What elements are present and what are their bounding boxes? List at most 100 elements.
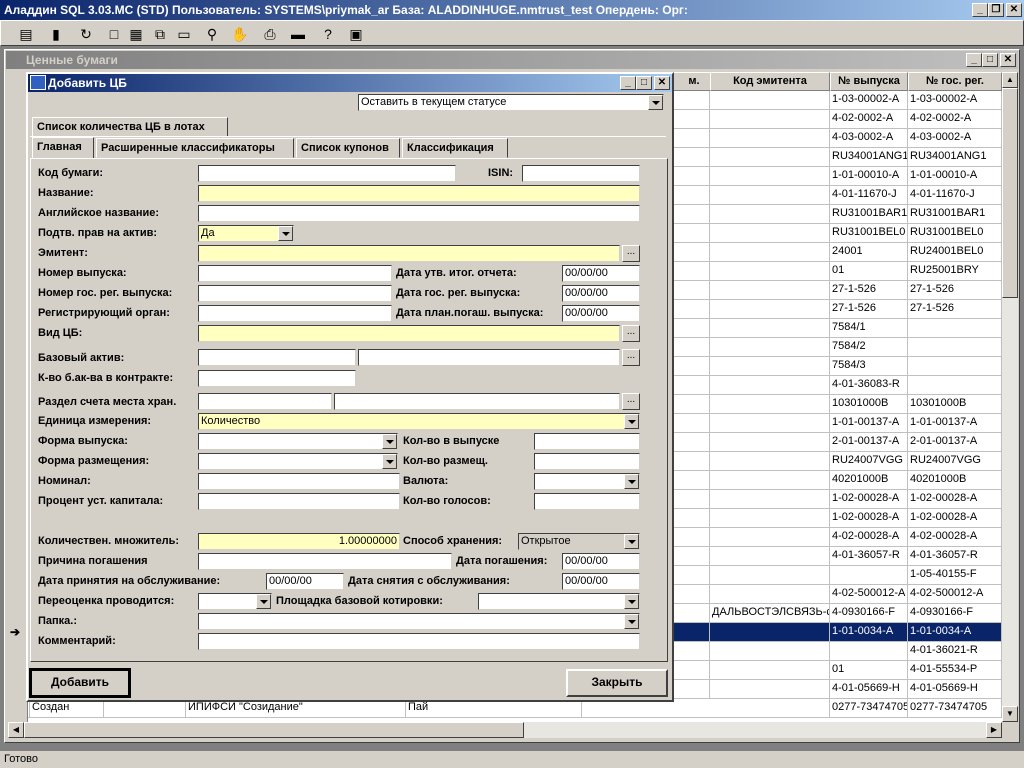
nominal-input[interactable]: [198, 473, 400, 490]
cell-issue-no[interactable]: 1-02-00028-A: [830, 509, 908, 528]
capital-input[interactable]: [198, 493, 400, 510]
reg-no-input[interactable]: [198, 285, 392, 302]
cell-reg-no[interactable]: 4-03-0002-A: [908, 129, 1002, 148]
cell-issue-no[interactable]: RU24007VGG: [830, 452, 908, 471]
cell-emitent-code[interactable]: [710, 680, 830, 699]
remove-date-input[interactable]: 00/00/00: [562, 573, 640, 590]
quote-place-dropdown-icon[interactable]: [624, 594, 639, 609]
cell-emitent-code[interactable]: [710, 243, 830, 262]
vertical-scrollbar[interactable]: ▲ ▼: [1002, 72, 1018, 722]
dialog-minimize-button[interactable]: _: [620, 76, 636, 90]
cell-emitent-code[interactable]: [710, 281, 830, 300]
rights-dropdown-icon[interactable]: [278, 226, 293, 241]
cell-issue-no[interactable]: 4-01-36083-R: [830, 376, 908, 395]
cell-emitent-code[interactable]: [710, 167, 830, 186]
form-place-select[interactable]: [198, 453, 398, 470]
cell-reg-no[interactable]: [908, 319, 1002, 338]
reg-date-input[interactable]: 00/00/00: [562, 285, 640, 302]
cell-issue-no[interactable]: [830, 642, 908, 661]
last-row-issue-no[interactable]: 0277-73474705: [830, 699, 908, 718]
help-icon[interactable]: ?: [317, 23, 339, 45]
currency-dropdown-icon[interactable]: [624, 474, 639, 489]
cell-issue-no[interactable]: 24001: [830, 243, 908, 262]
cell-reg-no[interactable]: RU25001BRY: [908, 262, 1002, 281]
cell-issue-no[interactable]: 4-02-500012-A: [830, 585, 908, 604]
kind-browse-button[interactable]: ...: [622, 325, 640, 342]
cell-issue-no[interactable]: 1-01-00010-A: [830, 167, 908, 186]
cell-emitent-code[interactable]: [710, 623, 830, 642]
folder-select[interactable]: [198, 613, 640, 630]
cell-emitent-code[interactable]: [710, 547, 830, 566]
cell-reg-no[interactable]: [908, 376, 1002, 395]
cell-issue-no[interactable]: RU31001BAR1: [830, 205, 908, 224]
cell-emitent-code[interactable]: [710, 566, 830, 585]
cell-reg-no[interactable]: 1-02-00028-A: [908, 490, 1002, 509]
cell-issue-no[interactable]: 01: [830, 262, 908, 281]
cell-emitent-code[interactable]: [710, 661, 830, 680]
cell-issue-no[interactable]: 4-01-05669-H: [830, 680, 908, 699]
emitent-browse-button[interactable]: ...: [622, 245, 640, 262]
cell-issue-no[interactable]: 4-01-11670-J: [830, 186, 908, 205]
grid-header-reg-no[interactable]: № гос. рег.: [908, 72, 1002, 91]
horizontal-scrollbar[interactable]: ◀ ▶: [8, 722, 1002, 738]
refresh-icon[interactable]: ↻: [75, 23, 97, 45]
cell-emitent-code[interactable]: [710, 395, 830, 414]
unit-dropdown-icon[interactable]: [624, 414, 639, 429]
vertical-scroll-thumb[interactable]: [1002, 88, 1018, 298]
dialog-maximize-button[interactable]: □: [636, 76, 652, 90]
cell-emitent-code[interactable]: [710, 186, 830, 205]
export-icon[interactable]: ▬: [287, 23, 309, 45]
cell-issue-no[interactable]: 27-1-526: [830, 281, 908, 300]
cell-emitent-code[interactable]: [710, 148, 830, 167]
code-input[interactable]: [198, 165, 456, 182]
cell-issue-no[interactable]: 27-1-526: [830, 300, 908, 319]
form-place-dropdown-icon[interactable]: [382, 454, 397, 469]
mdi-restore-button[interactable]: □: [982, 53, 998, 67]
mdi-minimize-button[interactable]: _: [966, 53, 982, 67]
cell-emitent-code[interactable]: [710, 110, 830, 129]
cell-emitent-code[interactable]: [710, 509, 830, 528]
cell-reg-no[interactable]: 27-1-526: [908, 300, 1002, 319]
database-icon[interactable]: ▮: [45, 23, 67, 45]
reg-body-input[interactable]: [198, 305, 392, 322]
frame-icon[interactable]: ▭: [173, 23, 195, 45]
cell-reg-no[interactable]: 40201000B: [908, 471, 1002, 490]
cell-reg-no[interactable]: RU24001BEL0: [908, 243, 1002, 262]
list-icon[interactable]: ▤: [15, 23, 37, 45]
app-close-button[interactable]: ✕: [1006, 3, 1022, 17]
qty-place-input[interactable]: [534, 453, 640, 470]
cell-emitent-code[interactable]: ДАЛЬВОСТЭЛСВЯЗЬ-с: [710, 604, 830, 623]
cell-emitent-code[interactable]: [710, 452, 830, 471]
hand-icon[interactable]: ✋: [229, 23, 251, 45]
cell-reg-no[interactable]: RU31001BAR1: [908, 205, 1002, 224]
section-code-input[interactable]: [198, 393, 332, 410]
revaluation-dropdown-icon[interactable]: [256, 594, 271, 609]
name-input[interactable]: [198, 185, 640, 202]
cell-issue-no[interactable]: RU31001BEL0: [830, 224, 908, 243]
cell-emitent-code[interactable]: [710, 414, 830, 433]
emitent-input[interactable]: [198, 245, 620, 262]
grid-header-emitent-code[interactable]: Код эмитента: [710, 72, 830, 91]
cell-issue-no[interactable]: 7584/3: [830, 357, 908, 376]
settings-icon[interactable]: ▣: [345, 23, 367, 45]
cell-emitent-code[interactable]: [710, 338, 830, 357]
votes-input[interactable]: [534, 493, 640, 510]
cell-emitent-code[interactable]: [710, 433, 830, 452]
tab-main[interactable]: Главная: [32, 137, 94, 159]
mdi-close-button[interactable]: ✕: [1000, 53, 1016, 67]
window-icon[interactable]: □: [103, 23, 125, 45]
cell-reg-no[interactable]: 27-1-526: [908, 281, 1002, 300]
en-name-input[interactable]: [198, 205, 640, 222]
cell-reg-no[interactable]: 4-01-36057-R: [908, 547, 1002, 566]
quote-place-select[interactable]: [478, 593, 640, 610]
comment-input[interactable]: [198, 633, 640, 650]
cell-reg-no[interactable]: 4-01-36021-R: [908, 642, 1002, 661]
cell-emitent-code[interactable]: [710, 528, 830, 547]
issue-no-input[interactable]: [198, 265, 392, 282]
cell-issue-no[interactable]: 4-01-36057-R: [830, 547, 908, 566]
revaluation-select[interactable]: [198, 593, 272, 610]
tab-lots[interactable]: Список количества ЦБ в лотах: [32, 117, 228, 137]
printer-icon[interactable]: ⎙: [259, 23, 281, 45]
kind-input[interactable]: [198, 325, 620, 342]
add-button[interactable]: Добавить: [29, 668, 131, 698]
